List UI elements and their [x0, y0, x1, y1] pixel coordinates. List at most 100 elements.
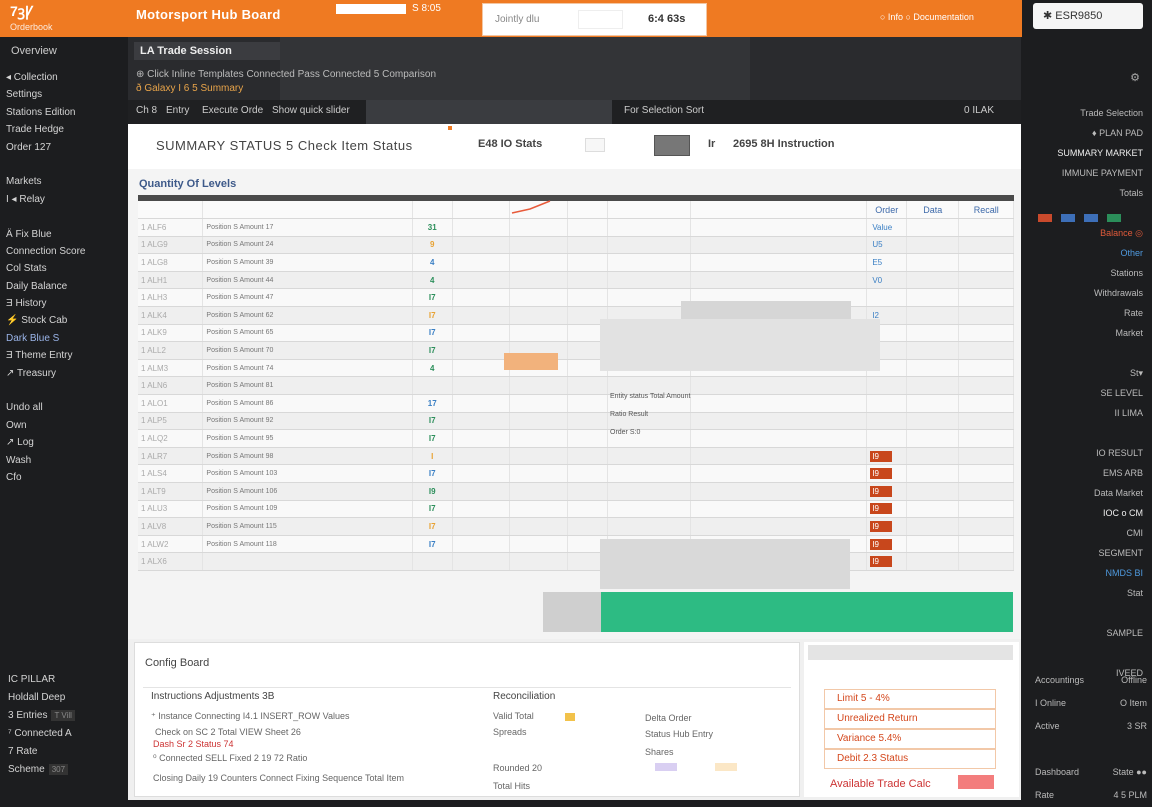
table-cell[interactable]: 1 ALV8	[138, 517, 204, 536]
table-cell[interactable]	[906, 324, 960, 343]
table-cell[interactable]: 1 ALR7	[138, 447, 204, 466]
right-panel-item[interactable]: Stat	[1031, 583, 1147, 603]
right-panel-item[interactable]: Data Market	[1031, 483, 1147, 503]
column-header[interactable]	[567, 201, 608, 220]
table-cell[interactable]	[567, 447, 608, 466]
right-panel-item[interactable]: CMI	[1031, 523, 1147, 543]
table-cell[interactable]: I9	[866, 447, 908, 466]
limit-row-3[interactable]: Variance 5.4%	[824, 729, 996, 749]
table-cell[interactable]	[509, 253, 568, 272]
right-panel-item[interactable]: Other	[1031, 243, 1147, 263]
top-links[interactable]: ○ Info ○ Documentation	[880, 12, 974, 22]
table-cell[interactable]: 1 ALK4	[138, 306, 204, 325]
table-cell[interactable]	[452, 218, 511, 237]
table-cell[interactable]	[452, 412, 511, 431]
sidebar-item[interactable]: ◂ Collection	[6, 69, 126, 86]
right-panel-item[interactable]: Rate	[1031, 303, 1147, 323]
table-cell[interactable]	[866, 288, 908, 308]
tab-execute[interactable]: Execute Orde	[202, 105, 263, 116]
table-cell[interactable]	[906, 482, 960, 501]
table-cell[interactable]: I7	[412, 517, 453, 536]
column-header[interactable]	[452, 201, 511, 220]
table-cell[interactable]	[452, 341, 511, 360]
table-row[interactable]: 1 ALQ2 Position S Amount 95 I7	[138, 429, 1014, 448]
table-cell[interactable]	[509, 324, 568, 343]
sidebar-item[interactable]: Ǝ Theme Entry	[6, 347, 126, 364]
table-cell[interactable]	[509, 552, 568, 571]
table-cell[interactable]	[906, 341, 960, 360]
table-cell[interactable]	[567, 288, 608, 308]
table-cell[interactable]	[509, 500, 568, 519]
sidebar-bottom-item[interactable]: Scheme 307	[8, 761, 126, 779]
column-header[interactable]	[690, 201, 868, 220]
table-cell[interactable]	[906, 236, 960, 255]
sidebar-item[interactable]: Cfo	[6, 469, 126, 486]
table-cell[interactable]	[906, 552, 960, 571]
sidebar-item[interactable]: Col Stats	[6, 260, 126, 277]
table-cell[interactable]	[607, 376, 692, 396]
table-row[interactable]: 1 ALH1 Position S Amount 44 4 V0	[138, 271, 1014, 290]
table-cell[interactable]: I7	[412, 324, 453, 343]
table-cell[interactable]: I7	[412, 412, 453, 431]
table-cell[interactable]	[906, 500, 960, 519]
table-cell[interactable]: Position S Amount 103	[202, 464, 413, 483]
table-cell[interactable]	[906, 376, 960, 396]
tab-ilak[interactable]: 0 ILAK	[964, 105, 994, 116]
table-cell[interactable]: I9	[866, 517, 908, 536]
column-header[interactable]: Data	[906, 201, 960, 220]
table-cell[interactable]	[509, 429, 568, 448]
settings-icon[interactable]: ⚙	[1130, 71, 1140, 84]
table-row[interactable]: 1 ALV8 Position S Amount 115 I7 I9	[138, 517, 1014, 536]
table-cell[interactable]	[607, 253, 692, 272]
table-cell[interactable]	[958, 394, 1014, 413]
table-cell[interactable]	[690, 517, 868, 536]
table-cell[interactable]	[452, 482, 511, 501]
table-cell[interactable]: Position S Amount 47	[202, 288, 413, 308]
table-row[interactable]: 1 ALG9 Position S Amount 24 9 U5	[138, 236, 1014, 255]
table-cell[interactable]	[607, 517, 692, 536]
table-cell[interactable]	[509, 394, 568, 413]
table-cell[interactable]: I7	[412, 429, 453, 448]
table-cell[interactable]	[567, 271, 608, 290]
table-cell[interactable]: 9	[412, 236, 453, 255]
right-panel-item[interactable]: Balance ◎	[1031, 223, 1147, 243]
table-cell[interactable]	[452, 552, 511, 571]
table-cell[interactable]	[906, 359, 960, 378]
table-cell[interactable]: 1 ALH1	[138, 271, 204, 290]
table-cell[interactable]	[906, 394, 960, 413]
table-cell[interactable]	[509, 306, 568, 325]
right-panel-item[interactable]: EMS ARB	[1031, 463, 1147, 483]
table-row[interactable]: 1 ALM3 Position S Amount 74 4	[138, 359, 1014, 378]
table-cell[interactable]: 1 ALN6	[138, 376, 204, 396]
sidebar-bottom-item[interactable]: IC PILLAR	[8, 671, 126, 689]
table-cell[interactable]: E5	[866, 253, 908, 272]
table-cell[interactable]: 1 ALF6	[138, 218, 204, 237]
table-cell[interactable]	[690, 464, 868, 483]
table-cell[interactable]	[866, 412, 908, 431]
column-header[interactable]: Recall	[958, 201, 1014, 220]
table-cell[interactable]	[509, 464, 568, 483]
table-cell[interactable]: I7	[412, 288, 453, 308]
right-panel-item[interactable]	[1031, 423, 1147, 443]
table-row[interactable]: 1 ALU3 Position S Amount 109 I7 I9	[138, 500, 1014, 519]
table-cell[interactable]	[906, 288, 960, 308]
table-cell[interactable]	[452, 324, 511, 343]
table-cell[interactable]: I9	[412, 482, 453, 501]
table-cell[interactable]	[690, 482, 868, 501]
table-cell[interactable]	[906, 218, 960, 237]
table-cell[interactable]: 4	[412, 253, 453, 272]
column-header[interactable]	[412, 201, 453, 220]
table-cell[interactable]: Position S Amount 17	[202, 218, 413, 237]
right-panel-item[interactable]: IO RESULT	[1031, 443, 1147, 463]
table-cell[interactable]	[452, 517, 511, 536]
table-cell[interactable]: 17	[412, 394, 453, 413]
table-cell[interactable]: 1 ALG9	[138, 236, 204, 255]
table-cell[interactable]: Position S Amount 118	[202, 535, 413, 554]
table-cell[interactable]	[958, 552, 1014, 571]
table-cell[interactable]	[690, 429, 868, 448]
table-row[interactable]: 1 ALH3 Position S Amount 47 I7	[138, 288, 1014, 308]
table-cell[interactable]: 4	[412, 271, 453, 290]
right-panel-item[interactable]: IMMUNE PAYMENT	[1031, 163, 1147, 183]
table-cell[interactable]	[567, 517, 608, 536]
table-cell[interactable]: 1 ALU3	[138, 500, 204, 519]
